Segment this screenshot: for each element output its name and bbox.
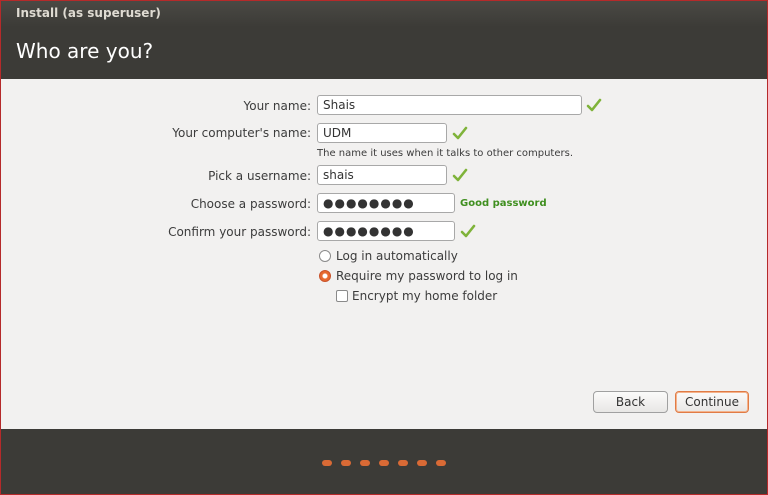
progress-step-dot <box>436 460 446 466</box>
computer-name-hint: The name it uses when it talks to other … <box>317 148 574 159</box>
encrypt-home-label[interactable]: Encrypt my home folder <box>352 289 497 303</box>
back-button[interactable]: Back <box>593 391 668 413</box>
name-valid-check-icon <box>586 98 602 112</box>
computer-name-valid-check-icon <box>452 126 468 140</box>
progress-step-dot <box>341 460 351 466</box>
require-password-label[interactable]: Require my password to log in <box>336 269 518 283</box>
confirm-password-valid-check-icon <box>460 224 476 238</box>
username-valid-check-icon <box>452 168 468 182</box>
form-area: Your name: Shais Your computer's name: U… <box>1 79 767 429</box>
password-strength: Good password <box>460 198 547 209</box>
computer-name-input-value: UDM <box>323 126 352 140</box>
computer-name-label: Your computer's name: <box>172 126 311 140</box>
progress-step-dot <box>398 460 408 466</box>
password-label: Choose a password: <box>190 197 311 211</box>
password-input[interactable]: ●●●●●●●● <box>317 193 455 213</box>
username-label: Pick a username: <box>208 169 311 183</box>
progress-step-dot <box>379 460 389 466</box>
continue-button[interactable]: Continue <box>675 391 749 413</box>
auto-login-label[interactable]: Log in automatically <box>336 249 458 263</box>
name-input-value: Shais <box>323 98 356 112</box>
title-bar[interactable]: Install (as superuser) <box>1 1 767 27</box>
name-label: Your name: <box>243 99 311 113</box>
progress-step-dot <box>322 460 332 466</box>
password-input-value: ●●●●●●●● <box>323 196 415 210</box>
progress-footer <box>1 429 767 494</box>
encrypt-home-checkbox[interactable] <box>336 290 348 302</box>
confirm-password-input-value: ●●●●●●●● <box>323 224 415 238</box>
progress-step-dot <box>417 460 427 466</box>
username-input[interactable]: shais <box>317 165 447 185</box>
require-password-radio[interactable] <box>319 270 331 282</box>
computer-name-input[interactable]: UDM <box>317 123 447 143</box>
confirm-password-input[interactable]: ●●●●●●●● <box>317 221 455 241</box>
username-input-value: shais <box>323 168 354 182</box>
installer-window: Install (as superuser) Who are you? Your… <box>0 0 768 495</box>
page-title: Who are you? <box>16 39 154 63</box>
auto-login-radio[interactable] <box>319 250 331 262</box>
progress-step-dot <box>360 460 370 466</box>
window-title: Install (as superuser) <box>16 6 161 20</box>
page-header: Who are you? <box>1 27 767 79</box>
name-input[interactable]: Shais <box>317 95 582 115</box>
confirm-password-label: Confirm your password: <box>168 225 311 239</box>
